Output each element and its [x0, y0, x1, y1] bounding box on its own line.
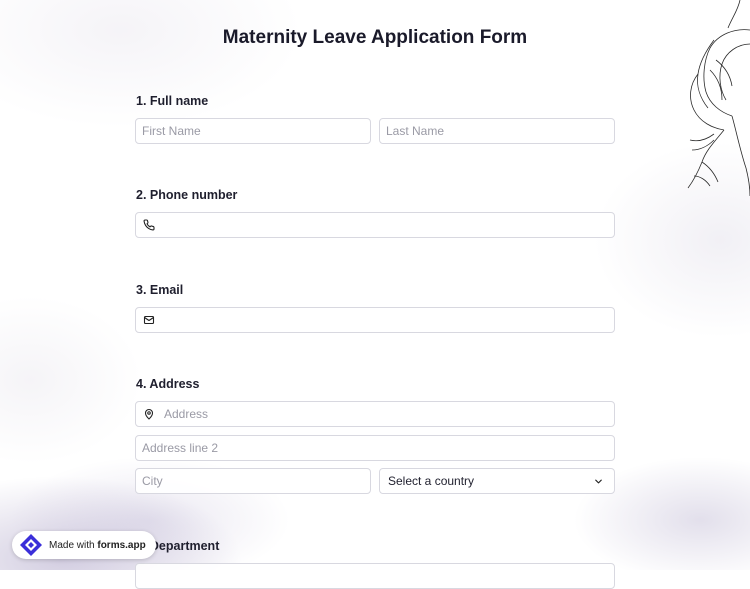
phone-icon [143, 219, 155, 231]
background-watercolor [0, 0, 750, 570]
question-label-address: 4. Address [136, 377, 200, 391]
question-label-phone: 2. Phone number [136, 188, 238, 202]
department-input[interactable] [135, 563, 615, 589]
address-placeholder: Address [164, 407, 209, 421]
first-name-input[interactable]: First Name [135, 118, 371, 144]
location-pin-icon [143, 408, 155, 420]
question-label-full-name: 1. Full name [136, 94, 209, 108]
email-input[interactable] [135, 307, 615, 333]
chevron-down-icon [593, 476, 604, 487]
first-name-placeholder: First Name [142, 124, 201, 138]
badge-prefix: Made with [49, 539, 95, 551]
phone-input[interactable] [135, 212, 615, 238]
address-input[interactable]: Address [135, 401, 615, 427]
city-input[interactable]: City [135, 468, 371, 494]
form-title: Maternity Leave Application Form [222, 27, 528, 48]
badge-brand: forms.app [97, 539, 146, 551]
last-name-placeholder: Last Name [386, 124, 445, 138]
made-with-forms-app-badge[interactable]: Made with forms.app [12, 531, 156, 559]
forms-app-logo-icon [18, 532, 44, 558]
question-label-email: 3. Email [136, 283, 184, 297]
city-placeholder: City [142, 474, 163, 488]
mail-icon [143, 314, 155, 326]
address-line2-placeholder: Address line 2 [142, 441, 219, 455]
last-name-input[interactable]: Last Name [379, 118, 615, 144]
country-select[interactable]: Select a country [379, 468, 615, 494]
country-select-value: Select a country [388, 474, 475, 488]
address-line2-input[interactable]: Address line 2 [135, 435, 615, 461]
